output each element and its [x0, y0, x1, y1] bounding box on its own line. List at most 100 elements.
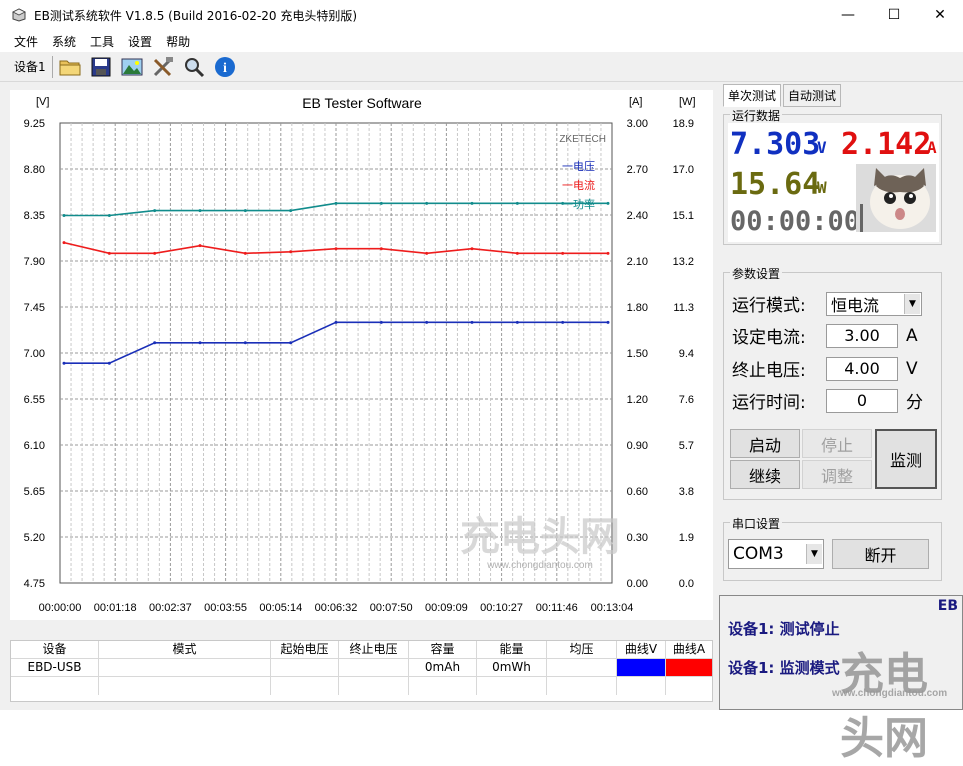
serial-title: 串口设置: [730, 515, 783, 532]
tools-icon[interactable]: [150, 54, 176, 80]
y-mid-tick: 0.60: [627, 486, 648, 498]
menu-settings[interactable]: 设置: [128, 33, 152, 50]
run-time-input[interactable]: 0: [826, 388, 898, 413]
data-point: [289, 341, 293, 345]
data-point: [243, 251, 247, 255]
data-point: [561, 320, 565, 324]
y-right-tick: 7.6: [679, 394, 694, 406]
continue-button[interactable]: 继续: [730, 460, 800, 489]
data-point: [62, 241, 66, 245]
x-tick-label: 00:09:09: [425, 602, 468, 614]
data-point: [334, 201, 338, 205]
y-left-tick: 6.10: [24, 440, 45, 452]
run-time-row: 运行时间: 0 分: [732, 388, 923, 413]
end-voltage-input[interactable]: 4.00: [826, 356, 898, 381]
table-header: 均压: [547, 641, 617, 658]
end-voltage-unit: V: [906, 358, 918, 379]
chevron-down-icon[interactable]: ▼: [806, 544, 822, 564]
device-label[interactable]: 设备1: [14, 58, 46, 75]
y-mid-tick: 2.40: [627, 210, 648, 222]
x-tick-label: 00:03:55: [204, 602, 247, 614]
run-time-label: 运行时间:: [732, 393, 806, 413]
tab-bar: 单次测试 自动测试: [723, 84, 843, 107]
cell-capacity: 0mAh: [409, 659, 477, 676]
x-tick-label: 00:01:18: [94, 602, 137, 614]
stop-button[interactable]: 停止: [802, 429, 872, 458]
data-point: [153, 209, 157, 213]
data-point: [334, 247, 338, 251]
menu-tools[interactable]: 工具: [90, 33, 114, 50]
table-row[interactable]: EBD-USB 0mAh 0mWh: [11, 659, 712, 677]
power-unit: W: [817, 178, 827, 197]
start-button[interactable]: 启动: [730, 429, 800, 458]
legend-current: 一电流: [562, 178, 595, 192]
y-right-tick: 15.1: [673, 210, 694, 222]
set-current-input[interactable]: 3.00: [826, 323, 898, 348]
status-watermark: 充电头网: [840, 650, 928, 763]
disconnect-button[interactable]: 断开: [832, 539, 929, 569]
table-header-row: 设备 模式 起始电压 终止电压 容量 能量 均压 曲线V 曲线A: [11, 641, 712, 659]
table-header: 曲线A: [672, 642, 706, 656]
y-left-tick: 7.90: [24, 256, 45, 268]
data-point: [107, 361, 111, 365]
y-mid-tick: 0.00: [627, 578, 648, 590]
serial-group: 串口设置 COM3 ▼ 断开: [723, 515, 942, 581]
table-header: 能量: [477, 641, 547, 658]
data-point: [379, 320, 383, 324]
mode-label: 运行模式:: [732, 296, 806, 316]
data-point: [62, 213, 66, 217]
tab-auto-test[interactable]: 自动测试: [783, 84, 842, 107]
data-point: [243, 341, 247, 345]
minimize-button[interactable]: —: [825, 0, 871, 30]
data-point: [470, 201, 474, 205]
table-header: 模式: [99, 641, 271, 658]
data-point: [289, 250, 293, 254]
data-point: [561, 251, 565, 255]
menu-bar: 文件 系统 工具 设置 帮助: [0, 30, 963, 52]
data-point: [515, 201, 519, 205]
data-point: [515, 251, 519, 255]
monitor-button[interactable]: 监测: [875, 429, 937, 489]
x-tick-label: 00:07:50: [370, 602, 413, 614]
left-unit-label: [V]: [36, 96, 49, 108]
open-folder-icon[interactable]: [57, 54, 83, 80]
mode-row: 运行模式: 恒电流 ▼: [732, 291, 922, 316]
tab-single-test[interactable]: 单次测试: [723, 84, 782, 107]
menu-system[interactable]: 系统: [52, 33, 76, 50]
menu-file[interactable]: 文件: [14, 33, 38, 50]
y-right-tick: 18.9: [673, 118, 694, 130]
time-readout: 00:00:00: [730, 206, 861, 237]
curve-v-color-swatch[interactable]: [617, 659, 666, 676]
mode-select[interactable]: 恒电流 ▼: [826, 291, 922, 316]
brand-label: ZKETECH: [559, 134, 606, 145]
table-header: 终止电压: [339, 641, 409, 658]
y-mid-tick: 2.10: [627, 256, 648, 268]
table-header: 曲线V: [617, 641, 666, 658]
data-point: [425, 251, 429, 255]
save-icon[interactable]: [88, 54, 114, 80]
adjust-button[interactable]: 调整: [802, 460, 872, 489]
com-port-select[interactable]: COM3 ▼: [728, 539, 824, 569]
info-icon[interactable]: i: [212, 54, 238, 80]
run-data-group: 运行数据 7.303 V 2.142 A 15.64 W 00:00:00: [723, 107, 942, 245]
curve-a-color-swatch[interactable]: [666, 659, 712, 676]
params-title: 参数设置: [730, 265, 783, 282]
data-point: [198, 244, 202, 248]
image-icon[interactable]: [119, 54, 145, 80]
y-right-tick: 1.9: [679, 532, 694, 544]
mid-unit-label: [A]: [629, 96, 642, 108]
y-right-tick: 0.0: [679, 578, 694, 590]
maximize-button[interactable]: ☐: [871, 0, 917, 30]
current-readout: 2.142: [841, 127, 932, 162]
data-point: [243, 209, 247, 213]
y-mid-tick: 1.80: [627, 302, 648, 314]
menu-help[interactable]: 帮助: [166, 33, 190, 50]
cell-mode: [99, 659, 271, 676]
data-point: [606, 320, 610, 324]
status-watermark-url: www.chongdiantou.com: [832, 688, 948, 699]
data-point: [334, 320, 338, 324]
chevron-down-icon[interactable]: ▼: [904, 293, 920, 314]
mode-select-value: 恒电流: [831, 295, 880, 315]
close-button[interactable]: ✕: [917, 0, 963, 30]
search-icon[interactable]: [181, 54, 207, 80]
